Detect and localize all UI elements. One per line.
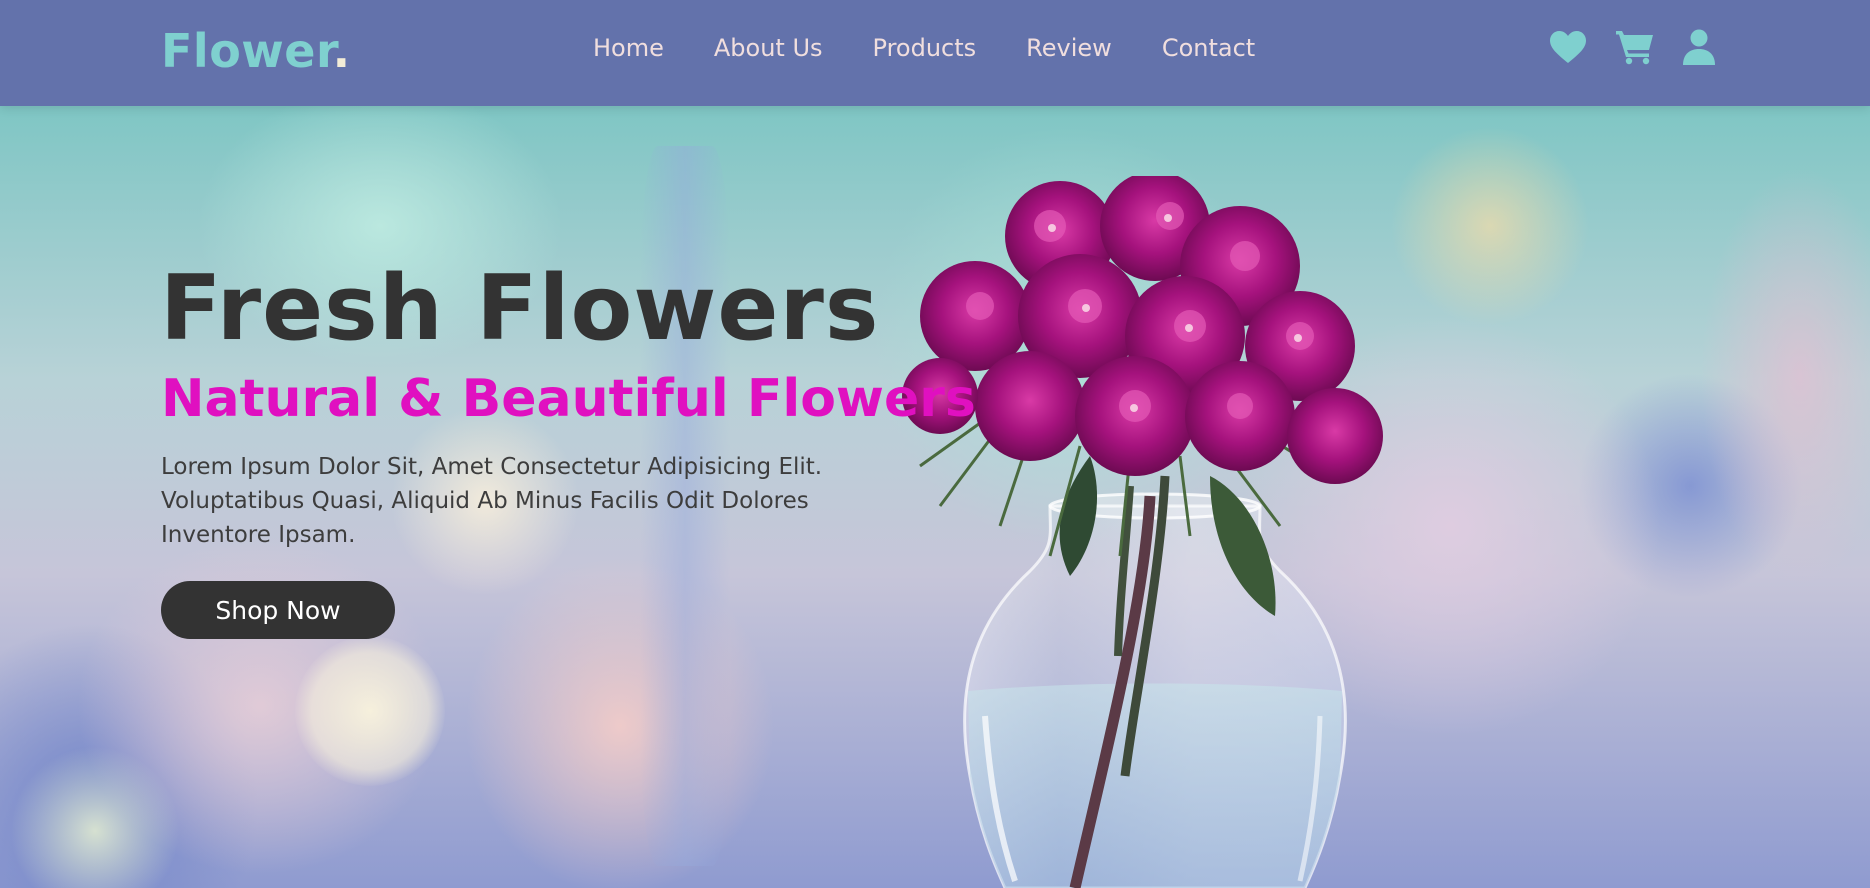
hero-title: Fresh Flowers [160, 256, 880, 361]
logo[interactable]: Flower. [161, 24, 351, 78]
logo-text: Flower [161, 24, 333, 78]
nav-link-review[interactable]: Review [1026, 34, 1112, 62]
nav-link-about-us[interactable]: About Us [714, 34, 823, 62]
nav-link-products[interactable]: Products [873, 34, 977, 62]
site-header: Flower. Home About Us Products Review Co… [0, 0, 1870, 106]
nav-link-home[interactable]: Home [593, 34, 664, 62]
hero-section: Fresh Flowers Natural & Beautiful Flower… [0, 106, 1870, 888]
main-nav: Home About Us Products Review Contact [593, 34, 1305, 62]
bokeh-light [1700, 166, 1870, 586]
flower-vase-image [902, 176, 1383, 888]
heart-icon[interactable] [1549, 30, 1587, 64]
bokeh-light [10, 746, 180, 888]
cart-icon[interactable] [1615, 29, 1655, 65]
hero-description: Lorem Ipsum Dolor Sit, Amet Consectetur … [161, 454, 823, 548]
shop-now-button[interactable]: Shop Now [161, 581, 395, 639]
bokeh-light [295, 636, 445, 786]
header-icons [1549, 29, 1715, 65]
user-icon[interactable] [1683, 29, 1715, 65]
hero-subtitle: Natural & Beautiful Flowers [161, 369, 976, 429]
nav-link-contact[interactable]: Contact [1162, 34, 1255, 62]
logo-dot: . [332, 24, 351, 78]
